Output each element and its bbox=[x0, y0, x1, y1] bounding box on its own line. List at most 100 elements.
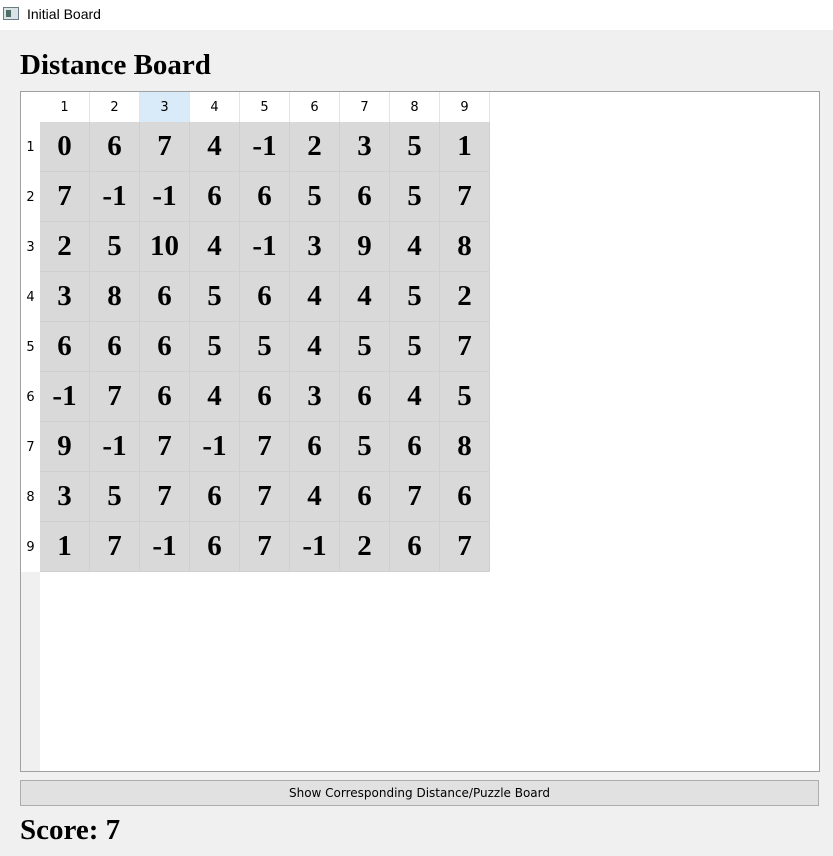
board-cell[interactable]: -1 bbox=[290, 522, 340, 572]
row-header-8[interactable]: 8 bbox=[21, 472, 40, 522]
row-header-6[interactable]: 6 bbox=[21, 372, 40, 422]
board-cell[interactable]: 7 bbox=[40, 172, 90, 222]
board-cell[interactable]: 7 bbox=[440, 172, 490, 222]
column-header-6[interactable]: 6 bbox=[290, 92, 340, 123]
board-cell[interactable]: 7 bbox=[140, 422, 190, 472]
board-cell[interactable]: 5 bbox=[290, 172, 340, 222]
board-cell[interactable]: 3 bbox=[290, 372, 340, 422]
board-cell[interactable]: 7 bbox=[90, 372, 140, 422]
board-cell[interactable]: 7 bbox=[240, 522, 290, 572]
board-cell[interactable]: 6 bbox=[190, 472, 240, 522]
board-cell[interactable]: -1 bbox=[190, 422, 240, 472]
column-header-9[interactable]: 9 bbox=[440, 92, 490, 123]
board-cell[interactable]: 6 bbox=[190, 522, 240, 572]
board-cell[interactable]: 6 bbox=[390, 522, 440, 572]
board-cell[interactable]: 5 bbox=[240, 322, 290, 372]
board-cell[interactable]: 7 bbox=[240, 472, 290, 522]
board-cell[interactable]: 3 bbox=[40, 472, 90, 522]
board-cell[interactable]: 2 bbox=[40, 222, 90, 272]
board-cell[interactable]: 6 bbox=[140, 272, 190, 322]
board-cell[interactable]: 5 bbox=[440, 372, 490, 422]
board-cell[interactable]: 4 bbox=[190, 122, 240, 172]
board-cell[interactable]: 8 bbox=[440, 422, 490, 472]
board-cell[interactable]: -1 bbox=[240, 222, 290, 272]
board-cell[interactable]: 1 bbox=[40, 522, 90, 572]
board-cell[interactable]: 7 bbox=[140, 122, 190, 172]
board-cell[interactable]: 5 bbox=[390, 322, 440, 372]
board-cell[interactable]: 6 bbox=[90, 322, 140, 372]
board-cell[interactable]: 6 bbox=[140, 372, 190, 422]
row-header-4[interactable]: 4 bbox=[21, 272, 40, 322]
board-cell[interactable]: -1 bbox=[90, 172, 140, 222]
board-cell[interactable]: 6 bbox=[240, 272, 290, 322]
board-cell[interactable]: 5 bbox=[340, 322, 390, 372]
board-cell[interactable]: 5 bbox=[190, 322, 240, 372]
board-cell[interactable]: 4 bbox=[190, 372, 240, 422]
board-cell[interactable]: 3 bbox=[340, 122, 390, 172]
board-cell[interactable]: 9 bbox=[340, 222, 390, 272]
board-cell[interactable]: 7 bbox=[440, 322, 490, 372]
board-cell[interactable]: 6 bbox=[440, 472, 490, 522]
board-cell[interactable]: 5 bbox=[90, 222, 140, 272]
board-cell[interactable]: 6 bbox=[340, 172, 390, 222]
board-cell[interactable]: 7 bbox=[140, 472, 190, 522]
board-cell[interactable]: 3 bbox=[40, 272, 90, 322]
column-header-4[interactable]: 4 bbox=[190, 92, 240, 123]
column-header-1[interactable]: 1 bbox=[40, 92, 90, 123]
board-cell[interactable]: 4 bbox=[190, 222, 240, 272]
board-cell[interactable]: -1 bbox=[140, 172, 190, 222]
board-cell[interactable]: 6 bbox=[240, 372, 290, 422]
board-cell[interactable]: 9 bbox=[40, 422, 90, 472]
row-header-1[interactable]: 1 bbox=[21, 122, 40, 172]
board-cell[interactable]: 6 bbox=[340, 472, 390, 522]
board-cell[interactable]: 4 bbox=[390, 222, 440, 272]
board-cell[interactable]: 6 bbox=[290, 422, 340, 472]
board-cell[interactable]: 2 bbox=[290, 122, 340, 172]
board-cell[interactable]: 5 bbox=[340, 422, 390, 472]
board-cell[interactable]: 6 bbox=[140, 322, 190, 372]
row-header-7[interactable]: 7 bbox=[21, 422, 40, 472]
board-cell[interactable]: 3 bbox=[290, 222, 340, 272]
board-cell[interactable]: 6 bbox=[390, 422, 440, 472]
board-cell[interactable]: 4 bbox=[390, 372, 440, 422]
row-header-3[interactable]: 3 bbox=[21, 222, 40, 272]
board-cell[interactable]: 5 bbox=[390, 122, 440, 172]
row-header-5[interactable]: 5 bbox=[21, 322, 40, 372]
board-cell[interactable]: 5 bbox=[90, 472, 140, 522]
board-cell[interactable]: 4 bbox=[290, 272, 340, 322]
board-cell[interactable]: -1 bbox=[40, 372, 90, 422]
board-cell[interactable]: 2 bbox=[440, 272, 490, 322]
show-board-button[interactable]: Show Corresponding Distance/Puzzle Board bbox=[20, 780, 819, 806]
board-cell[interactable]: 8 bbox=[440, 222, 490, 272]
board-cell[interactable]: 0 bbox=[40, 122, 90, 172]
board-cell[interactable]: 5 bbox=[190, 272, 240, 322]
board-cell[interactable]: -1 bbox=[240, 122, 290, 172]
board-cell[interactable]: 1 bbox=[440, 122, 490, 172]
board-cell[interactable]: 6 bbox=[340, 372, 390, 422]
board-cell[interactable]: 4 bbox=[340, 272, 390, 322]
column-header-5[interactable]: 5 bbox=[240, 92, 290, 123]
board-cell[interactable]: 8 bbox=[90, 272, 140, 322]
column-header-3[interactable]: 3 bbox=[140, 92, 190, 123]
board-cell[interactable]: 4 bbox=[290, 322, 340, 372]
board-cell[interactable]: 7 bbox=[90, 522, 140, 572]
board-cell[interactable]: -1 bbox=[140, 522, 190, 572]
distance-table[interactable]: 123456789 123456789 0 6 7 4 -1 2 3 5 1 7 -1 -1 6 6 5 6 5… bbox=[20, 91, 820, 772]
board-cell[interactable]: 7 bbox=[440, 522, 490, 572]
board-cell[interactable]: 6 bbox=[240, 172, 290, 222]
board-cell[interactable]: 7 bbox=[390, 472, 440, 522]
board-cell[interactable]: 6 bbox=[40, 322, 90, 372]
row-header-2[interactable]: 2 bbox=[21, 172, 40, 222]
board-cell[interactable]: 10 bbox=[140, 222, 190, 272]
board-cell[interactable]: 2 bbox=[340, 522, 390, 572]
column-header-2[interactable]: 2 bbox=[90, 92, 140, 123]
board-cell[interactable]: 7 bbox=[240, 422, 290, 472]
board-cell[interactable]: 6 bbox=[190, 172, 240, 222]
column-header-8[interactable]: 8 bbox=[390, 92, 440, 123]
board-cell[interactable]: -1 bbox=[90, 422, 140, 472]
board-cell[interactable]: 6 bbox=[90, 122, 140, 172]
column-header-7[interactable]: 7 bbox=[340, 92, 390, 123]
board-cell[interactable]: 4 bbox=[290, 472, 340, 522]
board-cell[interactable]: 5 bbox=[390, 272, 440, 322]
board-cell[interactable]: 5 bbox=[390, 172, 440, 222]
